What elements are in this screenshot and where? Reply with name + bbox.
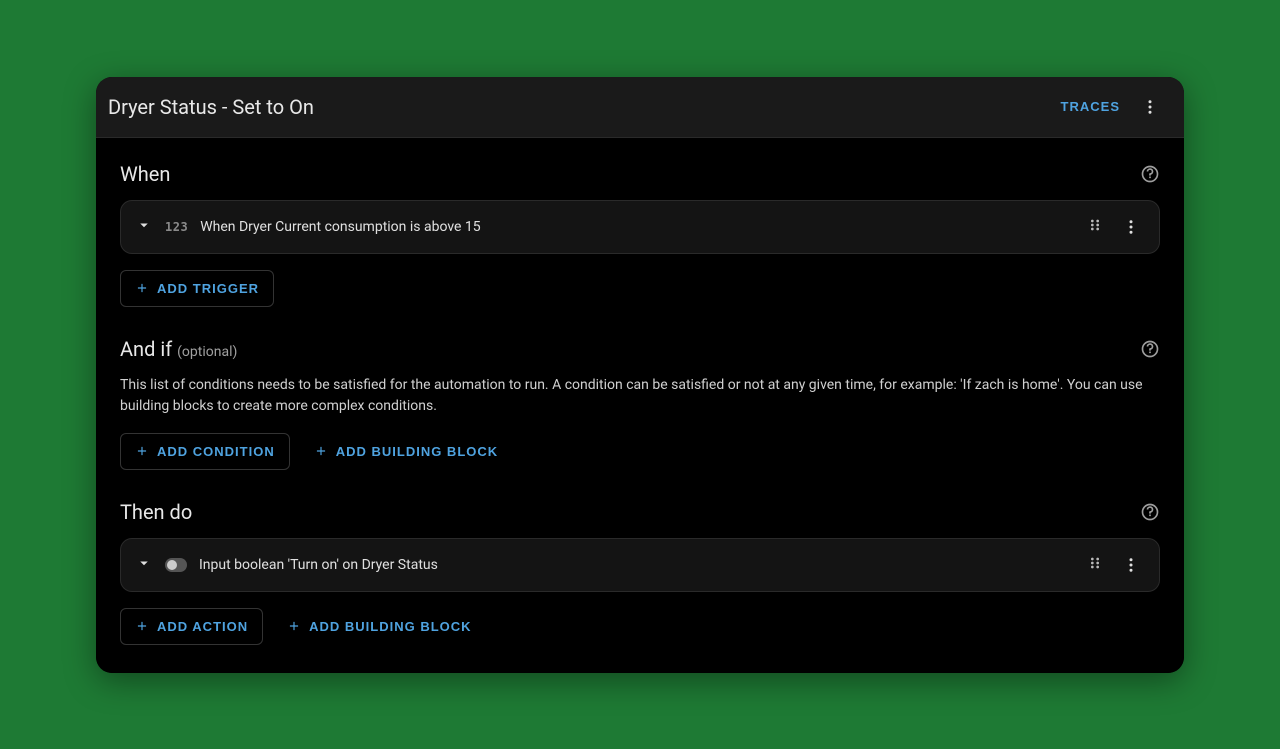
optional-label: (optional) xyxy=(177,344,237,360)
thendo-title: Then do xyxy=(120,500,192,524)
action-row-actions xyxy=(1087,551,1145,579)
drag-handle-icon[interactable] xyxy=(1087,217,1103,237)
add-trigger-label: ADD TRIGGER xyxy=(157,281,259,296)
dots-vertical-icon xyxy=(1141,98,1159,116)
andif-title: And if (optional) xyxy=(120,337,237,361)
plus-icon xyxy=(135,619,149,633)
add-trigger-button[interactable]: ADD TRIGGER xyxy=(120,270,274,307)
automation-editor-card: Dryer Status - Set to On TRACES When 123 xyxy=(96,77,1184,673)
dots-vertical-icon xyxy=(1122,218,1140,236)
automation-title: Dryer Status - Set to On xyxy=(108,95,314,119)
when-header: When xyxy=(120,162,1160,186)
help-icon[interactable] xyxy=(1140,164,1160,184)
help-icon[interactable] xyxy=(1140,339,1160,359)
traces-button[interactable]: TRACES xyxy=(1061,99,1120,114)
plus-icon xyxy=(314,444,328,458)
drag-handle-icon[interactable] xyxy=(1087,555,1103,575)
header-actions: TRACES xyxy=(1061,93,1164,121)
when-buttons: ADD TRIGGER xyxy=(120,270,1160,307)
add-building-block-button[interactable]: ADD BUILDING BLOCK xyxy=(304,433,512,470)
trigger-text: When Dryer Current consumption is above … xyxy=(200,219,1075,235)
plus-icon xyxy=(287,619,301,633)
trigger-row[interactable]: 123 When Dryer Current consumption is ab… xyxy=(120,200,1160,254)
thendo-header: Then do xyxy=(120,500,1160,524)
add-condition-button[interactable]: ADD CONDITION xyxy=(120,433,290,470)
add-action-label: ADD ACTION xyxy=(157,619,248,634)
add-building-block-button[interactable]: ADD BUILDING BLOCK xyxy=(277,608,485,645)
plus-icon xyxy=(135,281,149,295)
plus-icon xyxy=(135,444,149,458)
chevron-down-icon[interactable] xyxy=(135,216,153,238)
chevron-down-icon[interactable] xyxy=(135,554,153,576)
when-title: When xyxy=(120,162,170,186)
action-overflow-button[interactable] xyxy=(1117,551,1145,579)
add-condition-label: ADD CONDITION xyxy=(157,444,275,459)
action-text: Input boolean 'Turn on' on Dryer Status xyxy=(199,557,1075,573)
trigger-overflow-button[interactable] xyxy=(1117,213,1145,241)
andif-header: And if (optional) xyxy=(120,337,1160,361)
dots-vertical-icon xyxy=(1122,556,1140,574)
andif-section: And if (optional) This list of condition… xyxy=(120,337,1160,470)
help-icon[interactable] xyxy=(1140,502,1160,522)
thendo-buttons: ADD ACTION ADD BUILDING BLOCK xyxy=(120,608,1160,645)
andif-title-text: And if xyxy=(120,337,172,361)
add-action-button[interactable]: ADD ACTION xyxy=(120,608,263,645)
card-header: Dryer Status - Set to On TRACES xyxy=(96,77,1184,138)
andif-buttons: ADD CONDITION ADD BUILDING BLOCK xyxy=(120,433,1160,470)
when-section: When 123 When Dryer Current consumption … xyxy=(120,162,1160,307)
overflow-menu-button[interactable] xyxy=(1136,93,1164,121)
andif-description: This list of conditions needs to be sati… xyxy=(120,375,1160,417)
numeric-icon: 123 xyxy=(165,220,188,234)
thendo-section: Then do Input boolean 'Turn on' on Dryer… xyxy=(120,500,1160,645)
action-row[interactable]: Input boolean 'Turn on' on Dryer Status xyxy=(120,538,1160,592)
toggle-off-icon xyxy=(165,558,187,572)
card-body: When 123 When Dryer Current consumption … xyxy=(96,138,1184,673)
add-building-block-label: ADD BUILDING BLOCK xyxy=(309,619,471,634)
trigger-row-actions xyxy=(1087,213,1145,241)
add-building-block-label: ADD BUILDING BLOCK xyxy=(336,444,498,459)
